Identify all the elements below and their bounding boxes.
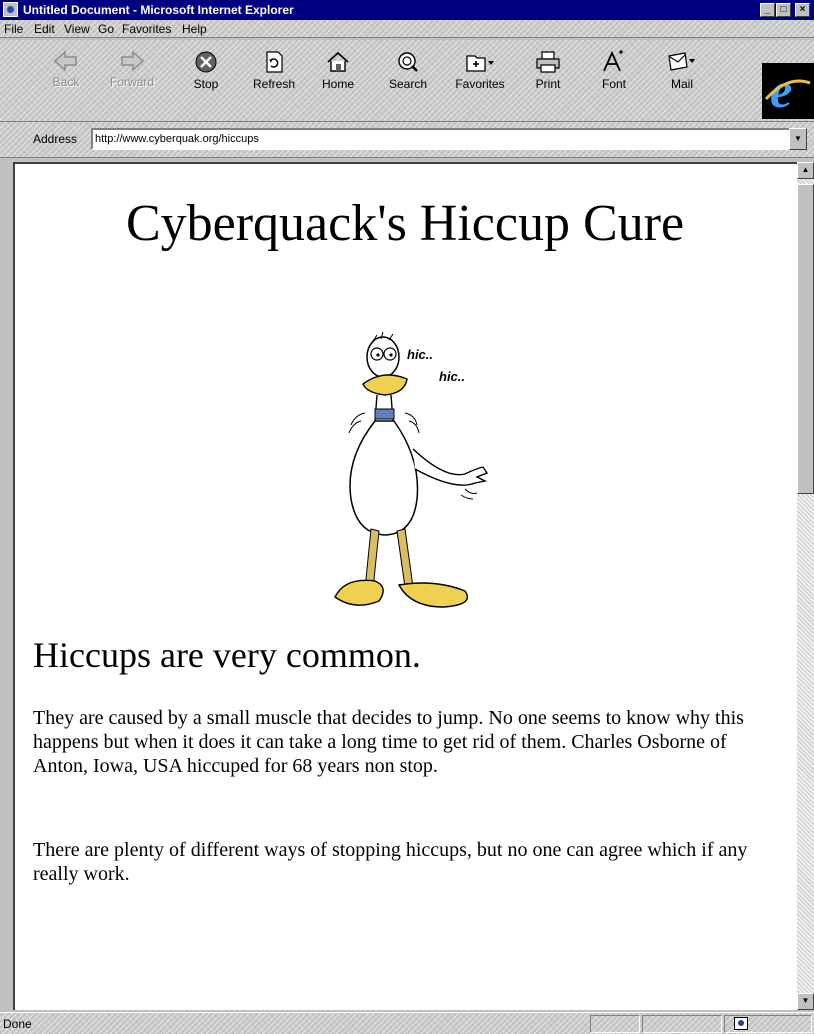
internet-explorer-logo-icon: e bbox=[762, 62, 814, 119]
stop-button[interactable]: Stop bbox=[178, 44, 234, 120]
refresh-icon bbox=[266, 51, 283, 73]
forward-button[interactable]: Forward bbox=[104, 44, 160, 120]
home-label: Home bbox=[321, 77, 354, 91]
refresh-label: Refresh bbox=[252, 77, 296, 91]
status-text: Done bbox=[3, 1017, 32, 1031]
window-title: Untitled Document - Microsoft Internet E… bbox=[23, 3, 294, 17]
menu-favorites[interactable]: Favorites bbox=[122, 22, 171, 36]
maximize-button[interactable]: □ bbox=[776, 3, 791, 17]
hic-text-2: hic.. bbox=[439, 369, 465, 384]
search-globe-icon bbox=[398, 52, 418, 72]
menu-edit[interactable]: Edit bbox=[34, 22, 55, 36]
internet-zone-icon bbox=[734, 1017, 748, 1030]
minimize-button[interactable]: _ bbox=[760, 3, 775, 17]
search-button[interactable]: Search bbox=[380, 44, 436, 120]
close-button[interactable]: × bbox=[795, 3, 810, 17]
print-label: Print bbox=[535, 77, 561, 91]
hiccuping-duck-illustration: hic.. hic.. bbox=[334, 331, 489, 608]
ie-app-icon[interactable] bbox=[3, 2, 18, 17]
search-label: Search bbox=[388, 77, 428, 91]
font-button[interactable]: Font bbox=[586, 44, 642, 120]
back-label: Back bbox=[52, 75, 80, 89]
favorites-label: Favorites bbox=[455, 77, 505, 91]
status-panel-secure bbox=[642, 1015, 722, 1033]
vertical-scrollbar[interactable]: ▲ ▼ bbox=[797, 162, 814, 1010]
hic-text-1: hic.. bbox=[407, 347, 433, 362]
address-label: Address bbox=[33, 132, 78, 146]
mail-icon bbox=[668, 52, 695, 71]
paragraph-1: They are caused by a small muscle that d… bbox=[33, 707, 744, 777]
menu-go[interactable]: Go bbox=[98, 22, 114, 36]
forward-arrow-icon bbox=[121, 50, 145, 72]
stop-label: Stop bbox=[193, 77, 219, 91]
section-heading: Hiccups are very common. bbox=[33, 635, 421, 675]
scroll-up-arrow-icon[interactable]: ▲ bbox=[797, 162, 814, 179]
menu-file[interactable]: File bbox=[4, 22, 23, 36]
address-input[interactable]: http://www.cyberquak.org/hiccups bbox=[91, 128, 791, 150]
printer-icon bbox=[536, 51, 560, 73]
paragraph-2: There are plenty of different ways of st… bbox=[33, 839, 748, 885]
favorites-button[interactable]: Favorites bbox=[452, 44, 508, 120]
back-button[interactable]: Back bbox=[38, 44, 94, 120]
page-title: Cyberquack's Hiccup Cure bbox=[125, 195, 685, 252]
scroll-down-arrow-icon[interactable]: ▼ bbox=[797, 993, 814, 1010]
menu-view[interactable]: View bbox=[64, 22, 90, 36]
status-bar: Done bbox=[0, 1012, 814, 1034]
home-icon bbox=[327, 51, 349, 72]
font-icon bbox=[603, 50, 623, 72]
print-button[interactable]: Print bbox=[520, 44, 576, 120]
page-content: Cyberquack's Hiccup Cure hic.. hic.. Hic… bbox=[13, 162, 797, 1010]
status-panel-progress bbox=[590, 1015, 640, 1033]
back-arrow-icon bbox=[53, 50, 77, 72]
address-bar: Address http://www.cyberquak.org/hiccups… bbox=[0, 122, 814, 158]
title-bar: Untitled Document - Microsoft Internet E… bbox=[0, 0, 814, 20]
font-label: Font bbox=[601, 77, 626, 91]
menu-bar: File Edit View Go Favorites Help bbox=[0, 20, 814, 38]
mail-button[interactable]: Mail bbox=[654, 44, 710, 120]
refresh-button[interactable]: Refresh bbox=[246, 44, 302, 120]
scrollbar-thumb[interactable] bbox=[797, 184, 814, 494]
forward-label: Forward bbox=[109, 75, 154, 89]
address-dropdown-button[interactable]: ▼ bbox=[789, 128, 807, 150]
favorites-folder-icon bbox=[466, 55, 494, 72]
stop-icon bbox=[195, 51, 217, 73]
mail-label: Mail bbox=[670, 77, 693, 91]
toolbar: Back Forward Stop Refresh Home Search Fa… bbox=[0, 40, 814, 122]
menu-help[interactable]: Help bbox=[182, 22, 207, 36]
home-button[interactable]: Home bbox=[310, 44, 366, 120]
